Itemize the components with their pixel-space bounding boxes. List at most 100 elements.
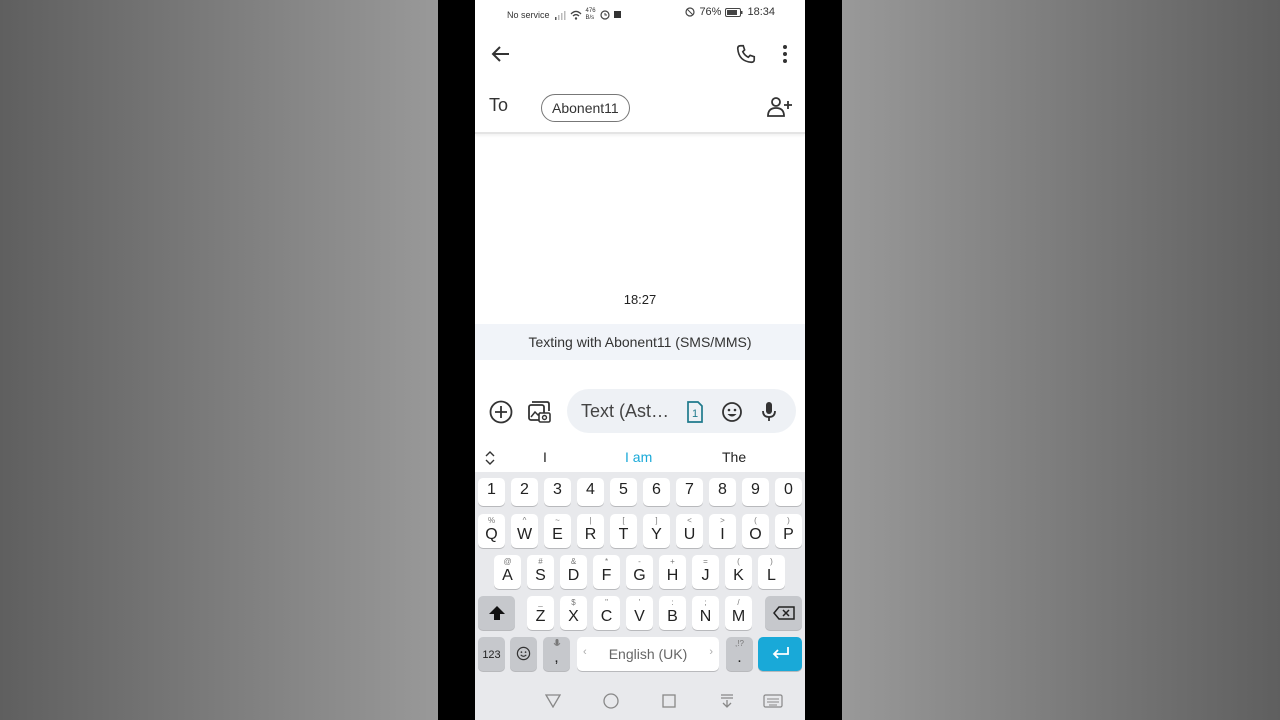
key-t[interactable]: [T (610, 514, 637, 548)
key-l-sup: ) (770, 557, 773, 566)
key-5-label: 5 (619, 481, 628, 498)
space-key[interactable]: ‹ English (UK) › (577, 637, 719, 671)
to-label: To (489, 95, 509, 115)
key-s-sup: # (538, 557, 543, 566)
key-u[interactable]: < U (676, 514, 703, 548)
key-d-sup: & (570, 557, 577, 566)
recipient-row: To Abonent11 (475, 88, 805, 134)
enter-key[interactable] (758, 637, 802, 671)
key-t-sup: [ (622, 516, 625, 525)
top-app-bar (475, 34, 805, 74)
space-right-chevron-icon: › (709, 646, 713, 658)
key-2[interactable]: 2 (511, 478, 538, 506)
add-contact-icon[interactable] (767, 95, 793, 119)
emoji-key[interactable] (510, 637, 537, 671)
key-y-sup: ] (655, 516, 658, 525)
key-f[interactable]: * F (593, 555, 620, 589)
microphone-icon[interactable] (759, 401, 779, 423)
backspace-key[interactable] (765, 596, 802, 630)
back-arrow-icon[interactable] (489, 42, 513, 66)
key-d[interactable]: & D (560, 555, 587, 589)
key-o[interactable]: (O (742, 514, 769, 548)
key-w[interactable]: ^ W (511, 514, 538, 548)
clock: 18:34 (747, 6, 775, 18)
shift-key[interactable] (478, 596, 515, 630)
key-l-label: L (767, 567, 776, 584)
key-a-label: A (502, 567, 513, 584)
nav-back-icon[interactable] (543, 692, 563, 710)
suggestion-3[interactable]: The (722, 449, 746, 465)
emoji-icon[interactable] (721, 401, 743, 423)
gallery-camera-icon[interactable] (526, 399, 552, 425)
key-c[interactable]: " C (593, 596, 620, 630)
nav-hide-keyboard-icon[interactable] (717, 692, 737, 710)
key-e-label: E (552, 526, 563, 543)
key-a[interactable]: @ A (494, 555, 521, 589)
key-l[interactable]: ) L (758, 555, 785, 589)
key-0[interactable]: 0 (775, 478, 802, 506)
period-key-sup: ,!? (735, 639, 744, 648)
nav-recents-icon[interactable] (659, 692, 679, 710)
expand-collapse-icon[interactable] (484, 450, 496, 466)
key-k[interactable]: (K (725, 555, 752, 589)
recipient-chip[interactable]: Abonent11 (541, 94, 630, 122)
key-a-sup: @ (503, 557, 512, 566)
add-attachment-icon[interactable] (488, 399, 514, 425)
wifi-icon (570, 10, 582, 20)
key-p[interactable]: ) P (775, 514, 802, 548)
sim-1-icon[interactable]: 1 (685, 401, 705, 423)
sim-badge-number: 1 (692, 408, 698, 420)
phone-call-icon[interactable] (734, 42, 758, 66)
key-r-sup: | (589, 516, 592, 525)
suggestion-2[interactable]: I am (625, 449, 652, 465)
more-vert-icon[interactable] (773, 42, 797, 66)
key-4-label: 4 (586, 481, 595, 498)
key-b-label: B (667, 608, 678, 625)
key-i[interactable]: > I (709, 514, 736, 548)
key-q[interactable]: % Q (478, 514, 505, 548)
key-1[interactable]: 1 (478, 478, 505, 506)
key-6-label: 6 (652, 481, 661, 498)
key-s[interactable]: # S (527, 555, 554, 589)
symbols-key[interactable]: 123 (478, 637, 505, 671)
key-5[interactable]: 5 (610, 478, 637, 506)
key-h-sup: + (670, 557, 675, 566)
key-z-label: Z (535, 608, 546, 625)
key-x[interactable]: $ X (560, 596, 587, 630)
key-g-sup: - (638, 557, 641, 566)
nav-home-icon[interactable] (601, 692, 621, 710)
key-x-label: X (568, 608, 579, 625)
nav-keyboard-switch-icon[interactable] (763, 692, 783, 710)
notification-square-icon (613, 11, 622, 19)
compose-bar: Text (Ast… 1 (475, 386, 805, 436)
key-4[interactable]: 4 (577, 478, 604, 506)
key-n[interactable]: ; N (692, 596, 719, 630)
suggestion-1[interactable]: I (543, 449, 547, 465)
key-z[interactable]: _ Z (527, 596, 554, 630)
key-y[interactable]: ] Y (643, 514, 670, 548)
key-g[interactable]: -G (626, 555, 653, 589)
key-7[interactable]: 7 (676, 478, 703, 506)
battery-icon (725, 7, 743, 17)
key-t-label: T (618, 526, 629, 543)
key-b[interactable]: :B (659, 596, 686, 630)
space-key-label: English (UK) (608, 646, 688, 662)
key-6[interactable]: 6 (643, 478, 670, 506)
key-e[interactable]: ~ E (544, 514, 571, 548)
key-w-label: W (516, 526, 533, 543)
key-v[interactable]: ' V (626, 596, 653, 630)
comma-key[interactable]: , (543, 637, 570, 671)
comma-mic-icon (553, 639, 561, 646)
key-u-sup: < (687, 516, 692, 525)
key-h[interactable]: + H (659, 555, 686, 589)
key-j[interactable]: = J (692, 555, 719, 589)
key-8[interactable]: 8 (709, 478, 736, 506)
key-9[interactable]: 9 (742, 478, 769, 506)
key-b-sup: : (671, 598, 674, 607)
period-key[interactable]: ,!? . (726, 637, 753, 671)
message-input[interactable]: Text (Ast… 1 (567, 389, 796, 433)
key-c-sup: " (605, 598, 608, 607)
key-3[interactable]: 3 (544, 478, 571, 506)
key-r[interactable]: | R (577, 514, 604, 548)
key-m[interactable]: / M (725, 596, 752, 630)
